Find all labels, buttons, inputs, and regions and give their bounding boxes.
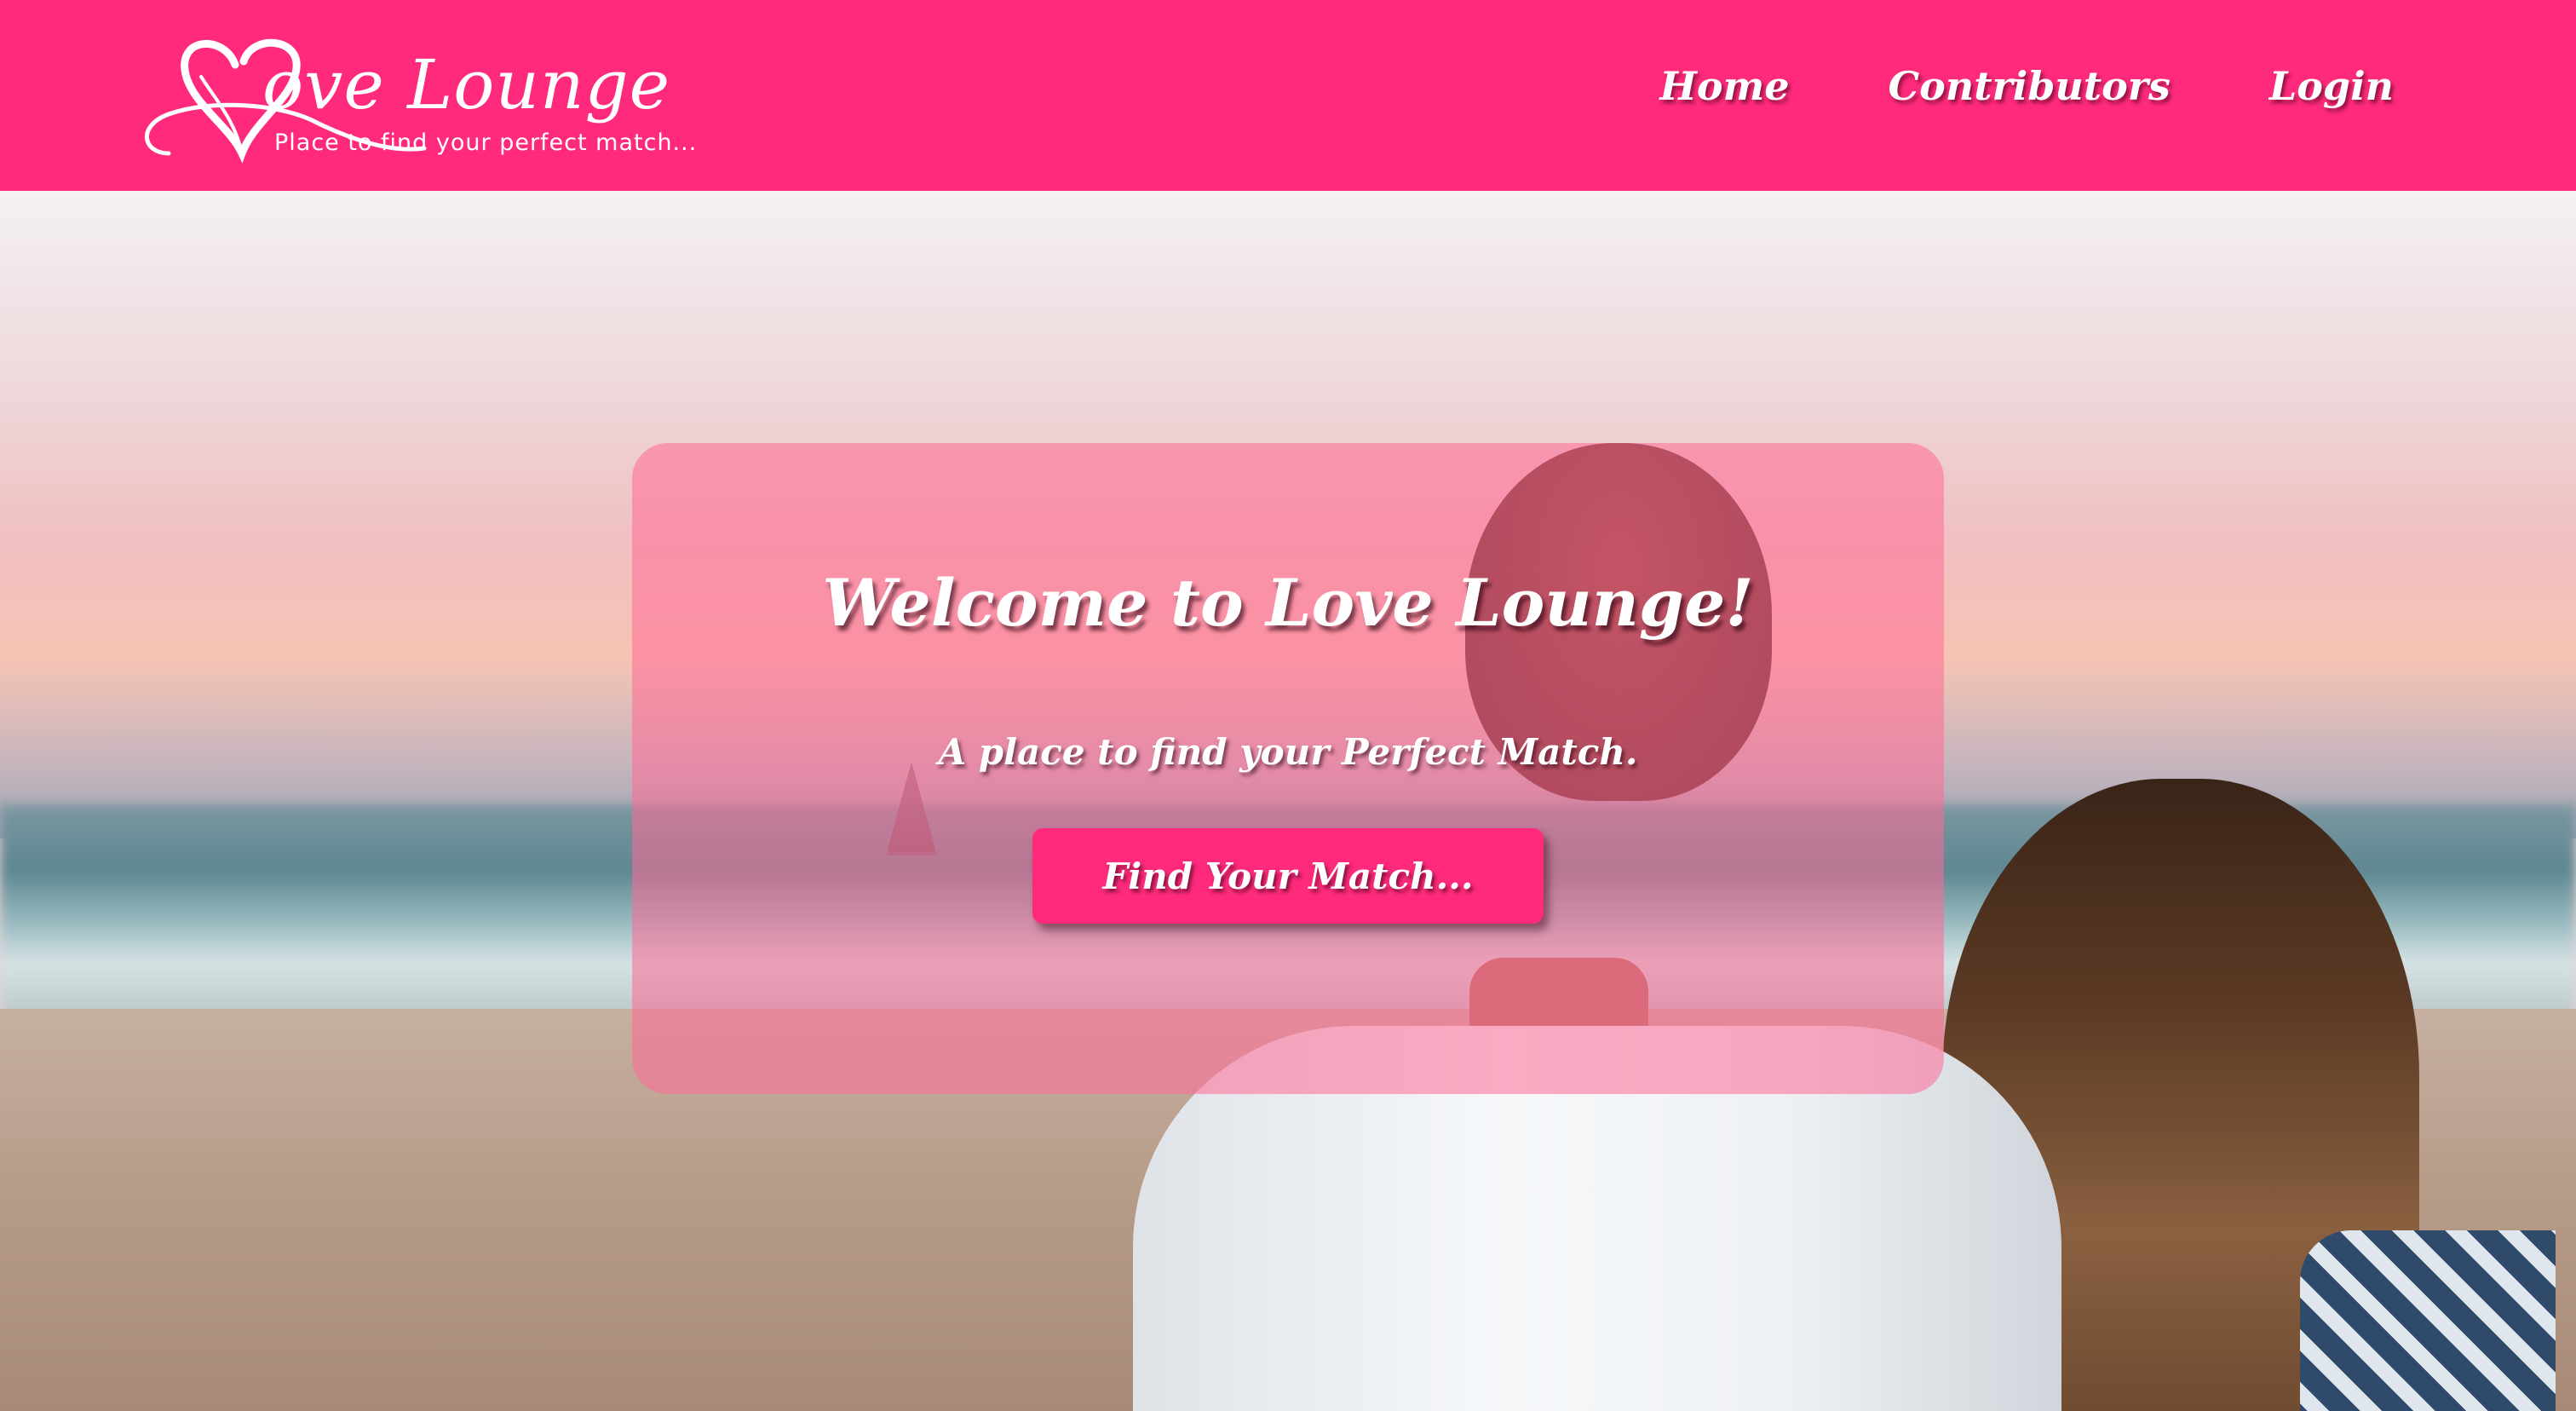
logo-wordmark: ove Lounge [262,45,671,124]
logo-tagline: Place to find your perfect match... [274,130,698,156]
nav-home-link[interactable]: Home [1659,66,1789,106]
welcome-title: Welcome to Love Lounge! [822,565,1754,641]
woman-shirt [2300,1230,2556,1411]
find-match-button[interactable]: Find Your Match... [1032,828,1544,924]
welcome-card: Welcome to Love Lounge! A place to find … [632,443,1944,1094]
nav-contributors-link[interactable]: Contributors [1889,66,2171,106]
welcome-subtitle: A place to find your Perfect Match. [938,731,1638,773]
brand-logo[interactable]: ove Lounge Place to find your perfect ma… [135,26,696,170]
nav-login-link[interactable]: Login [2269,66,2394,106]
main-nav: Home Contributors Login [1659,66,2394,106]
site-header: ove Lounge Place to find your perfect ma… [0,0,2576,191]
